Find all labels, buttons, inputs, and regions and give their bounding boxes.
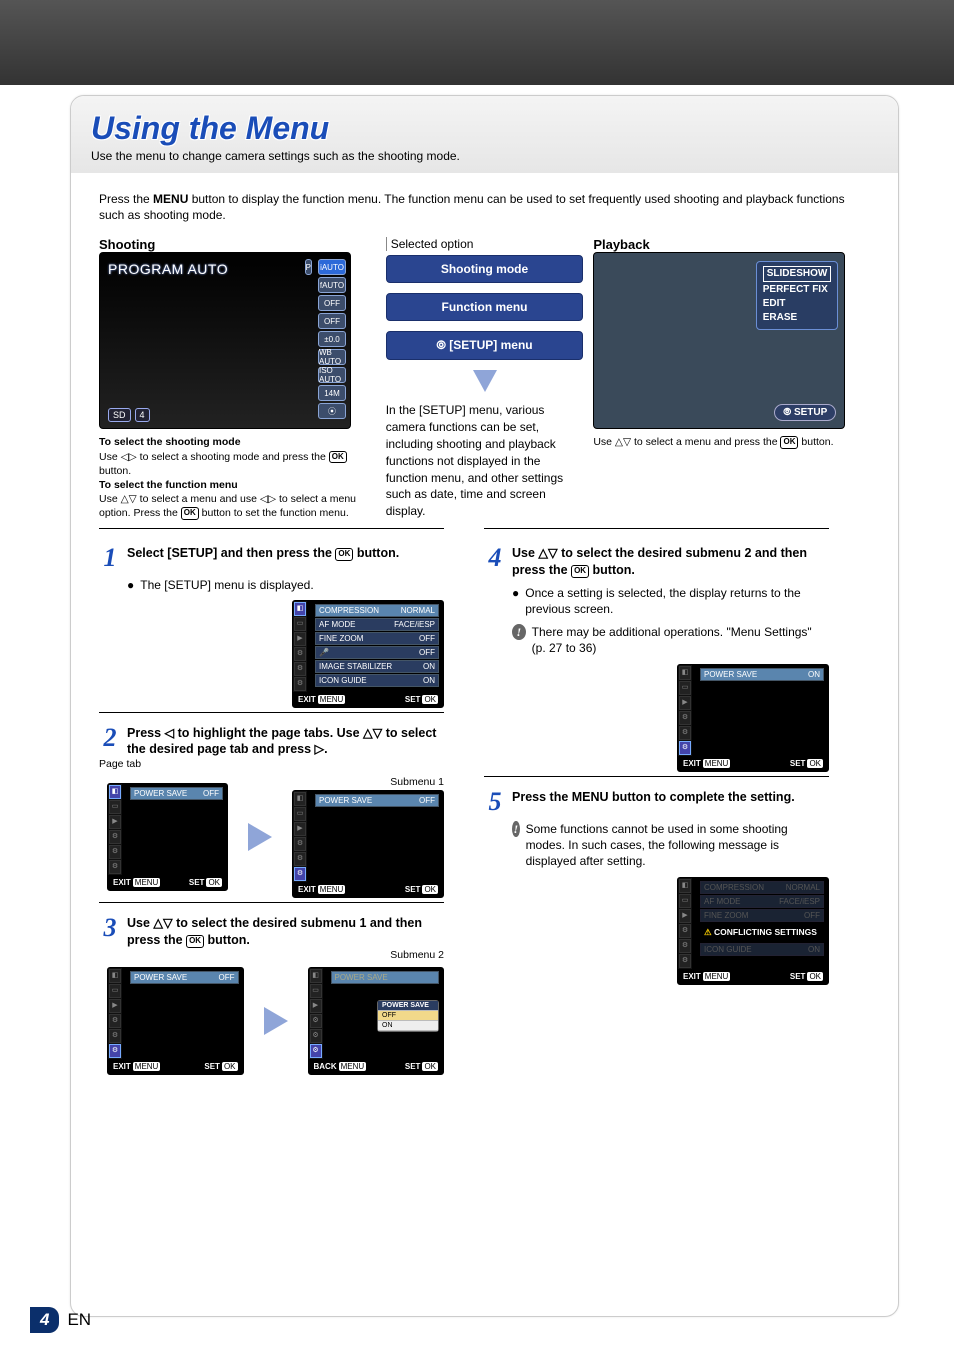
note-icon: ! <box>512 624 526 640</box>
chip-iauto: iAUTO <box>318 259 346 275</box>
step1-bullet: The [SETUP] menu is displayed. <box>140 577 313 593</box>
page-number: 4 <box>30 1307 59 1333</box>
page-title: Using the Menu <box>91 110 878 147</box>
intro-b: button to display the function menu. The… <box>99 192 845 222</box>
selected-option-label: Selected option <box>386 237 584 251</box>
callout-setup-menu: ⦾ [SETUP] menu <box>386 331 584 360</box>
mode-text: PROGRAM AUTO <box>108 261 228 277</box>
intro-a: Press the <box>99 192 153 206</box>
pb-item: SLIDESHOW <box>763 266 832 282</box>
count: 4 <box>135 408 150 422</box>
setup-button: ⦾ SETUP <box>774 404 836 421</box>
pb-item: EDIT <box>763 297 832 311</box>
pb-note: Use △▽ to select a menu and press the OK… <box>593 435 870 449</box>
content-card: Using the Menu Use the menu to change ca… <box>70 95 899 1317</box>
note-icon: ! <box>512 821 520 837</box>
submenu-screen-b: ◧▭▶⚙⚙⚙ POWER SAVE POWER SAVE OFF ON BACK… <box>308 967 445 1075</box>
submenu-popup: POWER SAVE OFF ON <box>377 1000 439 1032</box>
page-subtitle: Use the menu to change camera settings s… <box>91 149 878 163</box>
step5-note: Some functions cannot be used in some sh… <box>526 821 829 870</box>
setup-menu-screen: ◧▭▶⚙⚙⚙ COMPRESSIONNORMAL AF MODEFACE/iES… <box>292 600 444 708</box>
conflict-screen: ◧▭▶⚙⚙⚙ COMPRESSIONNORMAL AF MODEFACE/iES… <box>677 877 829 985</box>
page-footer: 4 EN <box>30 1307 91 1333</box>
chip: fAUTO <box>318 277 346 293</box>
step4-text: Use △▽ to select the desired submenu 2 a… <box>512 545 829 579</box>
submenu2-label: Submenu 2 <box>99 949 444 961</box>
setup-description: In the [SETUP] menu, various camera func… <box>386 402 584 520</box>
pb-item: PERFECT FIX <box>763 283 832 297</box>
sel-shoot-heading: To select the shooting mode <box>99 436 241 448</box>
playback-menu: SLIDESHOW PERFECT FIX EDIT ERASE <box>756 261 839 330</box>
step-number: 4 <box>484 545 506 571</box>
arrow-right-icon <box>264 1007 288 1035</box>
option-strip: iAUTO fAUTO OFF OFF ±0.0 WB AUTO ISO AUT… <box>318 259 346 419</box>
sd-icon: SD <box>108 408 131 422</box>
arrow-down-icon <box>473 370 497 392</box>
sel-shoot-text: Use ◁▷ to select a shooting mode and pre… <box>99 451 347 477</box>
playback-screen: SLIDESHOW PERFECT FIX EDIT ERASE ⦾ SETUP <box>593 252 845 429</box>
chip: OFF <box>318 295 346 311</box>
step5-text: Press the MENU button to complete the se… <box>512 789 829 806</box>
step4-note: There may be additional operations. "Men… <box>532 624 829 656</box>
pagetab-screen-a: ◧▭▶⚙⚙⚙ POWER SAVEOFF EXITMENUSETOK <box>107 783 228 891</box>
chip: 14M <box>318 385 346 401</box>
step1-text: Select [SETUP] and then press the OK but… <box>127 545 444 562</box>
step-number: 1 <box>99 545 121 571</box>
pagetab-screen-b: ◧▭▶⚙⚙⚙ POWER SAVEOFF EXITMENUSETOK <box>292 790 444 898</box>
intro-text: Press the MENU button to display the fun… <box>99 191 870 223</box>
pb-item: ERASE <box>763 311 832 325</box>
step4-bullet: Once a setting is selected, the display … <box>525 585 829 617</box>
setup-chip: ⦿ <box>318 403 346 419</box>
chip: WB AUTO <box>318 349 346 365</box>
step-number: 3 <box>99 915 121 941</box>
arrow-right-icon <box>248 823 272 851</box>
p-chip: P <box>305 259 312 275</box>
callout-function-menu: Function menu <box>386 293 584 321</box>
chip: ±0.0 <box>318 331 346 347</box>
result-screen: ◧▭▶⚙⚙⚙ POWER SAVEON EXITMENUSETOK <box>677 664 829 772</box>
submenu-screen-a: ◧▭▶⚙⚙⚙ POWER SAVEOFF EXITMENUSETOK <box>107 967 244 1075</box>
top-bar <box>0 0 954 85</box>
chip: OFF <box>318 313 346 329</box>
playback-label: Playback <box>593 237 870 252</box>
shooting-screen: PROGRAM AUTO P iAUTO fAUTO OFF OFF ±0.0 … <box>99 252 351 429</box>
step3-text: Use △▽ to select the desired submenu 1 a… <box>127 915 444 949</box>
page-lang: EN <box>67 1310 91 1330</box>
callout-shooting-mode: Shooting mode <box>386 255 584 283</box>
shooting-label: Shooting <box>99 237 376 252</box>
chip: ISO AUTO <box>318 367 346 383</box>
step-number: 2 <box>99 725 121 751</box>
sel-func-text: Use △▽ to select a menu and use ◁▷ to se… <box>99 493 356 519</box>
step-number: 5 <box>484 789 506 815</box>
submenu1-label: Submenu 1 <box>292 776 444 788</box>
menu-word: MENU <box>153 192 188 206</box>
sel-func-heading: To select the function menu <box>99 479 238 491</box>
page-tab-label: Page tab <box>99 758 444 770</box>
step2-text: Press ◁ to highlight the page tabs. Use … <box>127 725 444 759</box>
